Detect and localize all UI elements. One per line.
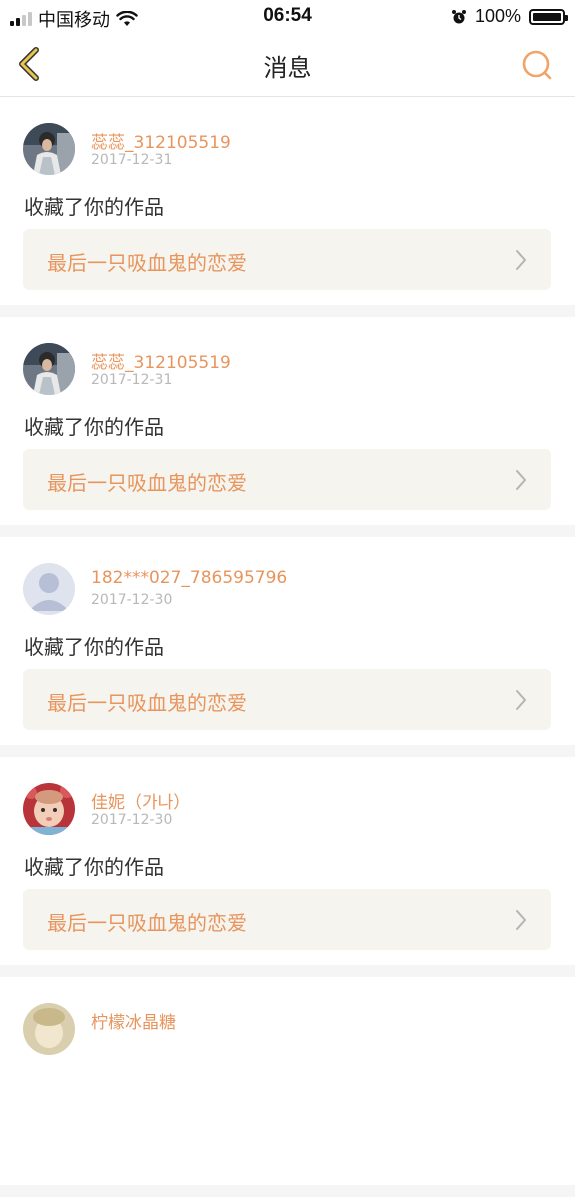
work-link[interactable]: 最后一只吸血鬼的恋爱 (23, 229, 551, 290)
message-card: 蕊蕊_312105519 2017-12-31 收藏了你的作品 最后一只吸血鬼的… (0, 317, 575, 525)
work-title: 最后一只吸血鬼的恋爱 (47, 691, 247, 715)
message-date: 2017-12-30 (91, 812, 173, 828)
message-date: 2017-12-30 (91, 592, 173, 608)
message-card: 佳妮（가나） 2017-12-30 收藏了你的作品 最后一只吸血鬼的恋爱 (0, 757, 575, 965)
work-link[interactable]: 最后一只吸血鬼的恋爱 (23, 669, 551, 730)
message-card: 蕊蕊_312105519 2017-12-31 收藏了你的作品 最后一只吸血鬼的… (0, 97, 575, 305)
avatar[interactable] (23, 123, 75, 175)
message-date: 2017-12-31 (91, 372, 173, 388)
page-title: 消息 (263, 54, 312, 82)
message-action: 收藏了你的作品 (24, 855, 164, 879)
work-title: 最后一只吸血鬼的恋爱 (47, 911, 247, 935)
avatar[interactable] (23, 783, 75, 835)
nav-bar: 消息 (0, 34, 575, 97)
message-action: 收藏了你的作品 (24, 635, 164, 659)
avatar[interactable] (23, 1003, 75, 1055)
username[interactable]: 佳妮（가나） (91, 788, 190, 813)
chevron-right-icon (516, 470, 526, 490)
chevron-right-icon (516, 910, 526, 930)
chevron-right-icon (516, 250, 526, 270)
username[interactable]: 蕊蕊_312105519 (91, 128, 231, 153)
username[interactable]: 蕊蕊_312105519 (91, 348, 231, 373)
work-title: 最后一只吸血鬼的恋爱 (47, 251, 247, 275)
username[interactable]: 182***027_786595796 (91, 568, 287, 588)
work-link[interactable]: 最后一只吸血鬼的恋爱 (23, 449, 551, 510)
message-date: 2017-12-31 (91, 152, 173, 168)
username[interactable]: 柠檬冰晶糖 (91, 1008, 176, 1033)
battery-percent: 100% (474, 6, 521, 26)
battery-icon (529, 8, 568, 25)
message-card: 柠檬冰晶糖 (0, 977, 575, 1185)
avatar[interactable] (23, 563, 75, 615)
message-card: 182***027_786595796 2017-12-30 收藏了你的作品 最… (0, 537, 575, 745)
search-icon[interactable] (519, 48, 555, 82)
message-action: 收藏了你的作品 (24, 415, 164, 439)
alarm-icon (451, 9, 466, 23)
work-title: 最后一只吸血鬼的恋爱 (47, 471, 247, 495)
message-list: 蕊蕊_312105519 2017-12-31 收藏了你的作品 最后一只吸血鬼的… (0, 97, 575, 1197)
avatar[interactable] (23, 343, 75, 395)
message-action: 收藏了你的作品 (24, 195, 164, 219)
chevron-right-icon (516, 690, 526, 710)
status-bar: 中国移动 06:54 100% (0, 0, 575, 34)
work-link[interactable]: 最后一只吸血鬼的恋爱 (23, 889, 551, 950)
